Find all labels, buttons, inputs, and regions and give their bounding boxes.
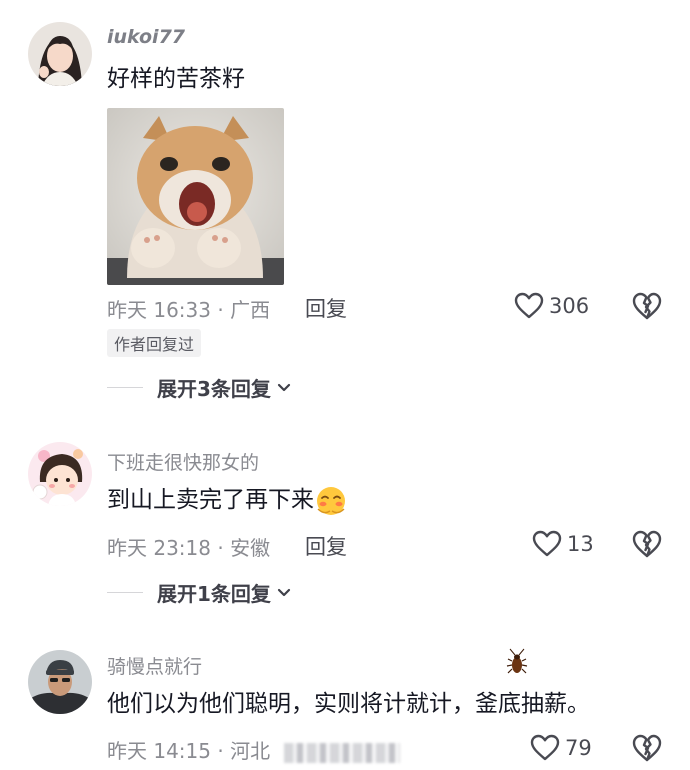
cockroach-icon <box>506 648 528 674</box>
comment-meta: 昨天 23:18 · 安徽 <box>107 536 271 560</box>
expand-replies-button[interactable]: 展开1条回复 <box>107 578 291 607</box>
comment-text-content: 到山上卖完了再下来 <box>107 487 314 513</box>
reply-button[interactable]: 回复 <box>305 293 347 323</box>
like-count: 79 <box>565 735 592 760</box>
expand-replies-label: 展开3条回复 <box>157 377 271 401</box>
dislike-button[interactable] <box>632 734 662 762</box>
like-count: 306 <box>549 293 590 318</box>
comment-image-cat[interactable] <box>107 108 284 285</box>
divider-line <box>107 592 143 593</box>
author-replied-badge: 作者回复过 <box>107 329 202 357</box>
like-button[interactable]: 306 <box>514 292 589 319</box>
username[interactable]: 骑慢点就行 <box>107 652 202 679</box>
dislike-button[interactable] <box>632 530 662 558</box>
comment-meta: 昨天 14:15 · 河北 <box>107 735 401 764</box>
watermark-blur <box>284 742 401 763</box>
avatar[interactable] <box>28 650 92 714</box>
chevron-down-icon <box>277 588 291 596</box>
like-button[interactable]: 13 <box>532 530 594 557</box>
heart-outline-icon <box>532 530 562 557</box>
blushing-face-icon <box>317 486 345 515</box>
like-button[interactable]: 79 <box>530 734 592 761</box>
broken-heart-icon <box>632 292 662 320</box>
avatar[interactable] <box>28 22 92 86</box>
expand-replies-label: 展开1条回复 <box>157 582 271 606</box>
heart-outline-icon <box>514 292 544 319</box>
expand-replies-button[interactable]: 展开3条回复 <box>107 373 291 402</box>
username[interactable]: iukoi77 <box>107 26 185 48</box>
comment-item: 骑慢点就行 他们以为他们聪明，实则将计就计，釜底抽薪。 昨天 14:15 · 河… <box>0 630 690 770</box>
reply-button[interactable]: 回复 <box>305 531 347 561</box>
comment-item: iukoi77 好样的苦茶籽 昨天 16:33 · 广西 回复 306 作者回复… <box>0 0 690 410</box>
comment-text: 好样的苦茶籽 <box>107 66 245 92</box>
comment-meta: 昨天 16:33 · 广西 <box>107 298 271 322</box>
username[interactable]: 下班走很快那女的 <box>107 448 259 475</box>
dislike-button[interactable] <box>632 292 662 320</box>
avatar[interactable] <box>28 442 92 506</box>
comment-text: 他们以为他们聪明，实则将计就计，釜底抽薪。 <box>107 691 590 717</box>
broken-heart-icon <box>632 530 662 558</box>
comment-meta-text: 昨天 14:15 · 河北 <box>107 739 271 763</box>
comment-item: 下班走很快那女的 到山上卖完了再下来 昨天 23:18 · 安徽 回复 13 展… <box>0 410 690 630</box>
broken-heart-icon <box>632 734 662 762</box>
comment-text: 到山上卖完了再下来 <box>107 483 348 517</box>
chevron-down-icon <box>277 383 291 391</box>
heart-outline-icon <box>530 734 560 761</box>
like-count: 13 <box>567 531 594 556</box>
divider-line <box>107 387 143 388</box>
